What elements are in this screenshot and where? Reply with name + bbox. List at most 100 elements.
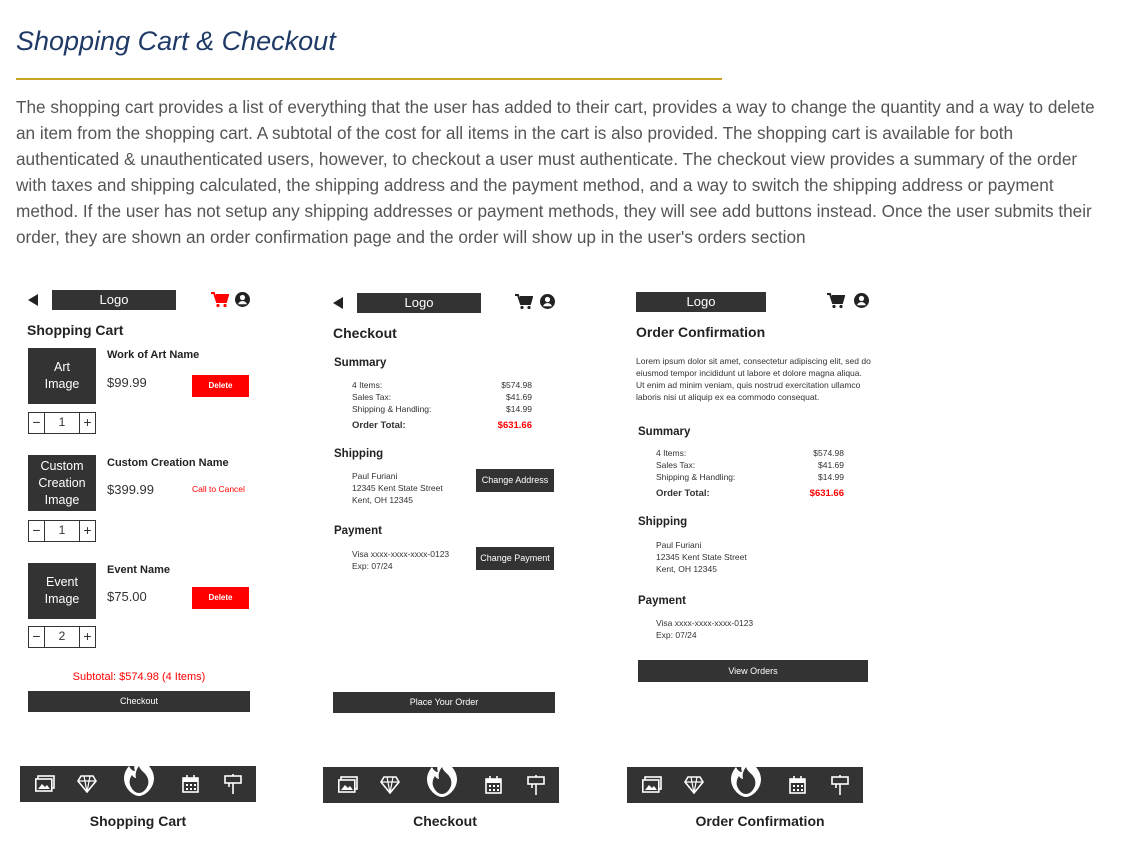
- signpost-icon[interactable]: [224, 774, 242, 794]
- row-label: Shipping & Handling:: [656, 472, 736, 482]
- flame-icon[interactable]: [423, 753, 461, 799]
- gallery-icon[interactable]: [338, 776, 358, 794]
- row-label: 4 Items:: [352, 380, 383, 390]
- cart-item-image: Art Image: [28, 348, 96, 404]
- screen-caption: Checkout: [413, 813, 477, 829]
- shipping-heading: Shipping: [334, 448, 384, 460]
- shipping-address-line: Paul Furiani: [656, 540, 702, 550]
- logo: Logo: [357, 293, 481, 313]
- cart-item-name: Custom Creation Name: [107, 457, 229, 469]
- title-divider: [16, 78, 722, 80]
- gallery-icon[interactable]: [35, 775, 55, 793]
- back-arrow-icon[interactable]: [28, 294, 38, 306]
- flame-icon[interactable]: [120, 752, 158, 798]
- cart-item-image: Event Image: [28, 563, 96, 619]
- payment-expiry: Exp: 07/24: [352, 561, 393, 571]
- quantity-stepper[interactable]: − 2 +: [28, 626, 96, 648]
- cart-item-name: Event Name: [107, 564, 170, 576]
- signpost-icon[interactable]: [831, 775, 849, 795]
- decrease-button[interactable]: −: [29, 413, 45, 433]
- cart-icon[interactable]: [211, 292, 229, 308]
- bottom-nav: [627, 755, 863, 803]
- confirmation-heading: Order Confirmation: [636, 324, 766, 340]
- cart-item-image: Custom Creation Image: [28, 455, 96, 511]
- call-to-cancel-link[interactable]: Call to Cancel: [192, 484, 245, 494]
- total-label: Order Total:: [352, 420, 406, 431]
- cart-item-name: Work of Art Name: [107, 349, 200, 361]
- row-value: $574.98: [501, 380, 532, 390]
- page-description: The shopping cart provides a list of eve…: [16, 97, 1095, 247]
- cart-icon[interactable]: [827, 293, 845, 309]
- quantity-value: 1: [58, 415, 66, 429]
- calendar-icon[interactable]: [789, 776, 806, 794]
- decrease-button[interactable]: −: [29, 627, 45, 647]
- bottom-nav: [323, 755, 559, 803]
- logo: Logo: [636, 292, 766, 312]
- increase-button[interactable]: +: [79, 627, 95, 647]
- row-label: 4 Items:: [656, 448, 687, 458]
- calendar-icon[interactable]: [182, 775, 199, 793]
- delete-button[interactable]: Delete: [192, 587, 249, 609]
- row-value: $41.69: [818, 460, 844, 470]
- summary-heading: Summary: [638, 426, 691, 438]
- shipping-address-line: Kent, OH 12345: [656, 564, 717, 574]
- calendar-icon[interactable]: [485, 776, 502, 794]
- payment-card: Visa xxxx-xxxx-xxxx-0123: [352, 549, 450, 559]
- bottom-nav: [20, 754, 256, 802]
- confirmation-body: Lorem ipsum dolor sit amet, consectetur …: [636, 356, 871, 402]
- row-value: $41.69: [506, 392, 532, 402]
- diamond-icon[interactable]: [77, 775, 97, 793]
- increase-button[interactable]: +: [79, 413, 95, 433]
- cart-icon[interactable]: [515, 294, 533, 310]
- quantity-value: 2: [58, 629, 66, 643]
- total-value: $631.66: [809, 488, 844, 499]
- summary-heading: Summary: [334, 357, 387, 369]
- decrease-button[interactable]: −: [29, 521, 45, 541]
- row-label: Shipping & Handling:: [352, 404, 432, 414]
- quantity-stepper[interactable]: − 1 +: [28, 412, 96, 434]
- cart-item-price: $99.99: [107, 375, 147, 390]
- gallery-icon[interactable]: [642, 776, 662, 794]
- row-label: Sales Tax:: [352, 392, 392, 402]
- shipping-address-line: 12345 Kent State Street: [656, 552, 747, 562]
- cart-item-price: $75.00: [107, 589, 147, 604]
- screen-caption: Order Confirmation: [695, 813, 825, 829]
- payment-heading: Payment: [334, 525, 382, 537]
- row-value: $14.99: [506, 404, 532, 414]
- shipping-address-line: Paul Furiani: [352, 471, 398, 481]
- screen-caption: Shopping Cart: [89, 813, 187, 829]
- payment-expiry: Exp: 07/24: [656, 630, 697, 640]
- checkout-heading: Checkout: [333, 325, 397, 341]
- account-icon[interactable]: [235, 292, 250, 307]
- cart-heading: Shopping Cart: [27, 322, 124, 338]
- change-payment-button[interactable]: Change Payment: [476, 547, 554, 570]
- row-label: Sales Tax:: [656, 460, 696, 470]
- page-title: Shopping Cart & Checkout: [16, 26, 336, 56]
- total-label: Order Total:: [656, 488, 710, 499]
- row-value: $14.99: [818, 472, 844, 482]
- account-icon[interactable]: [540, 294, 555, 309]
- shipping-address-line: Kent, OH 12345: [352, 495, 413, 505]
- diamond-icon[interactable]: [684, 776, 704, 794]
- total-value: $631.66: [497, 420, 532, 431]
- row-value: $574.98: [813, 448, 844, 458]
- logo: Logo: [52, 290, 176, 310]
- checkout-button[interactable]: Checkout: [28, 691, 250, 712]
- cart-item-price: $399.99: [107, 482, 154, 497]
- change-address-button[interactable]: Change Address: [476, 469, 554, 492]
- payment-heading: Payment: [638, 595, 686, 607]
- quantity-value: 1: [58, 523, 66, 537]
- flame-icon[interactable]: [727, 753, 765, 799]
- payment-card: Visa xxxx-xxxx-xxxx-0123: [656, 618, 754, 628]
- increase-button[interactable]: +: [79, 521, 95, 541]
- view-orders-button[interactable]: View Orders: [638, 660, 868, 682]
- cart-subtotal: Subtotal: $574.98 (4 Items): [72, 671, 206, 683]
- diamond-icon[interactable]: [380, 776, 400, 794]
- place-order-button[interactable]: Place Your Order: [333, 692, 555, 713]
- shipping-address-line: 12345 Kent State Street: [352, 483, 443, 493]
- signpost-icon[interactable]: [527, 775, 545, 795]
- account-icon[interactable]: [854, 293, 869, 308]
- quantity-stepper[interactable]: − 1 +: [28, 520, 96, 542]
- back-arrow-icon[interactable]: [333, 297, 343, 309]
- delete-button[interactable]: Delete: [192, 375, 249, 397]
